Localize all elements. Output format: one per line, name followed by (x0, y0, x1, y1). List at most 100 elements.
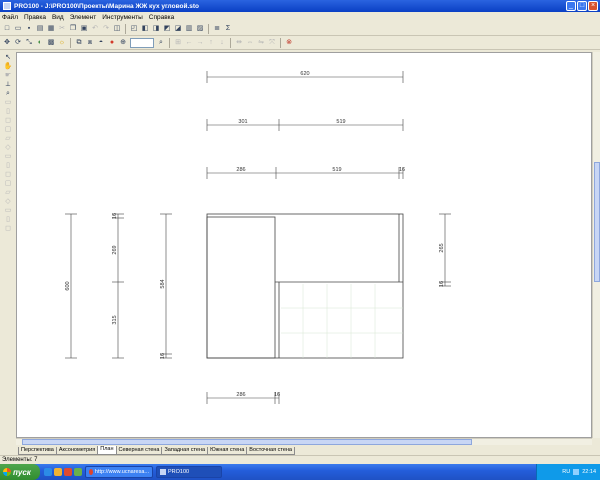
arrow-down-icon[interactable]: ↓ (217, 38, 227, 48)
tray-icon[interactable] (573, 469, 580, 475)
tool9-icon[interactable]: ▢ (2, 126, 14, 134)
pointer-icon[interactable]: ↖ (2, 54, 14, 62)
red-icon[interactable]: ● (107, 38, 117, 48)
front-view-icon[interactable]: ◧ (140, 24, 150, 34)
arrow-up-icon[interactable]: ↑ (206, 38, 216, 48)
menu-file[interactable]: Файл (2, 14, 18, 21)
tool12-icon[interactable]: ▭ (2, 153, 14, 161)
horizontal-scroll-thumb[interactable] (22, 439, 472, 445)
list-icon[interactable]: ≣ (212, 24, 222, 34)
tool11-icon[interactable]: ◇ (2, 144, 14, 152)
measure-icon[interactable]: ⟂ (2, 81, 14, 89)
top-view-icon[interactable]: ▨ (195, 24, 205, 34)
rotate-icon[interactable]: ⟳ (13, 38, 23, 48)
tool6-icon[interactable]: ▭ (2, 99, 14, 107)
screen: PRO100 - J:\PRO100\Проекты\Марина ЖЖ кух… (0, 0, 600, 480)
menu-tools[interactable]: Инструменты (102, 14, 143, 21)
maximize-button[interactable]: □ (577, 1, 587, 11)
paste-icon[interactable]: ▣ (79, 24, 89, 34)
taskbar-item-pro100[interactable]: PRO100 (156, 466, 222, 478)
hand-icon[interactable]: ✋ (2, 63, 14, 71)
room-icon[interactable]: ◰ (129, 24, 139, 34)
tool10-icon[interactable]: ▱ (2, 135, 14, 143)
start-label: пуск (13, 467, 31, 477)
ie-icon[interactable] (44, 468, 52, 476)
tab-6[interactable]: Восточная стена (246, 447, 295, 455)
tool15-icon[interactable]: ▢ (2, 180, 14, 188)
texture-icon[interactable]: ▩ (46, 38, 56, 48)
light-icon[interactable]: ☼ (57, 38, 67, 48)
back-view-icon[interactable]: ◪ (173, 24, 183, 34)
tool13-icon[interactable]: ▯ (2, 162, 14, 170)
folder-icon[interactable] (54, 468, 62, 476)
tool16-icon[interactable]: ▱ (2, 189, 14, 197)
scale-icon[interactable]: ⤡ (24, 38, 34, 48)
media-icon[interactable] (64, 468, 72, 476)
stop-icon[interactable]: ⊗ (284, 38, 294, 48)
redo-icon[interactable]: ↷ (101, 24, 111, 34)
mirror-icon[interactable]: ⇋ (256, 38, 266, 48)
stretch-icon[interactable]: ⇔ (245, 38, 255, 48)
tool19-icon[interactable]: ▯ (2, 216, 14, 224)
drawing-canvas[interactable]: 620 301 519 286 519 16 286 16 600 16 269… (16, 52, 592, 438)
tab-1[interactable]: Аксонометрия (55, 447, 99, 455)
element-icon[interactable]: ◫ (112, 24, 122, 34)
window-controls: _ □ × (566, 1, 598, 11)
vertical-scroll-thumb[interactable] (594, 162, 600, 282)
new-icon[interactable]: □ (2, 24, 12, 34)
menu-help[interactable]: Справка (149, 14, 175, 21)
tool17-icon[interactable]: ◇ (2, 198, 14, 206)
undo-icon[interactable]: ↶ (90, 24, 100, 34)
open-icon[interactable]: ▭ (13, 24, 23, 34)
menu-edit[interactable]: Правка (24, 14, 46, 21)
save-icon[interactable]: ▪ (24, 24, 34, 34)
vertical-scrollbar[interactable] (592, 52, 600, 438)
bottom-view-icon[interactable]: ▥ (184, 24, 194, 34)
tab-4[interactable]: Западная стена (161, 447, 209, 455)
horizontal-scrollbar[interactable] (16, 438, 592, 445)
hand2-icon[interactable]: ☛ (2, 72, 14, 80)
tool14-icon[interactable]: ◻ (2, 171, 14, 179)
minimize-button[interactable]: _ (566, 1, 576, 11)
start-button[interactable]: пуск (0, 464, 40, 480)
copy-icon[interactable]: ❐ (68, 24, 78, 34)
tool7-icon[interactable]: ▯ (2, 108, 14, 116)
tool20-icon[interactable]: ◻ (2, 225, 14, 233)
zoom-icon[interactable]: ⌕ (156, 38, 166, 48)
cut-icon[interactable]: ✂ (57, 24, 67, 34)
zoom-icon[interactable]: ⌕ (2, 90, 14, 98)
dim-e-label: 16 (399, 167, 405, 173)
tab-3[interactable]: Северная стена (115, 447, 163, 455)
print-icon[interactable]: ▦ (46, 24, 56, 34)
dim-bottom-b-label: 16 (274, 392, 280, 398)
tab-0[interactable]: Перспектива (18, 447, 57, 455)
ungroup-icon[interactable]: ⧈ (85, 38, 95, 48)
taskbar-item-browser[interactable]: http://www.ucnaresa... (85, 466, 153, 478)
app-quick-icon[interactable] (74, 468, 82, 476)
tab-5[interactable]: Южная стена (207, 447, 248, 455)
distribute-icon[interactable]: ⇹ (234, 38, 244, 48)
zoom-field[interactable] (130, 38, 154, 48)
arrow-right-icon[interactable]: → (195, 38, 205, 48)
shadow-icon[interactable]: ◓ (96, 38, 106, 48)
language-indicator[interactable]: RU (562, 469, 570, 475)
align-icon[interactable]: ⊞ (173, 38, 183, 48)
move-icon[interactable]: ✥ (2, 38, 12, 48)
menu-view[interactable]: Вид (52, 14, 64, 21)
sum-icon[interactable]: Σ (223, 24, 233, 34)
tool8-icon[interactable]: ◻ (2, 117, 14, 125)
left-view-icon[interactable]: ◨ (151, 24, 161, 34)
group-icon[interactable]: ⧉ (74, 38, 84, 48)
arrow-left-icon[interactable]: ← (184, 38, 194, 48)
tab-2[interactable]: План (97, 446, 117, 455)
color-icon[interactable]: ◐ (35, 38, 45, 48)
tool18-icon[interactable]: ▭ (2, 207, 14, 215)
print-preview-icon[interactable]: ▤ (35, 24, 45, 34)
zoom-in-icon[interactable]: ⊕ (118, 38, 128, 48)
menu-element[interactable]: Элемент (70, 14, 97, 21)
spread-icon[interactable]: ⤧ (267, 38, 277, 48)
browser-icon (89, 469, 93, 475)
right-view-icon[interactable]: ◩ (162, 24, 172, 34)
close-button[interactable]: × (588, 1, 598, 11)
standard-toolbar: □ ▭ ▪ ▤ ▦ ✂ ❐ ▣ ↶ ↷ ◫ ◰ ◧ ◨ ◩ ◪ ▥ ▨ ≣ Σ (0, 23, 600, 36)
